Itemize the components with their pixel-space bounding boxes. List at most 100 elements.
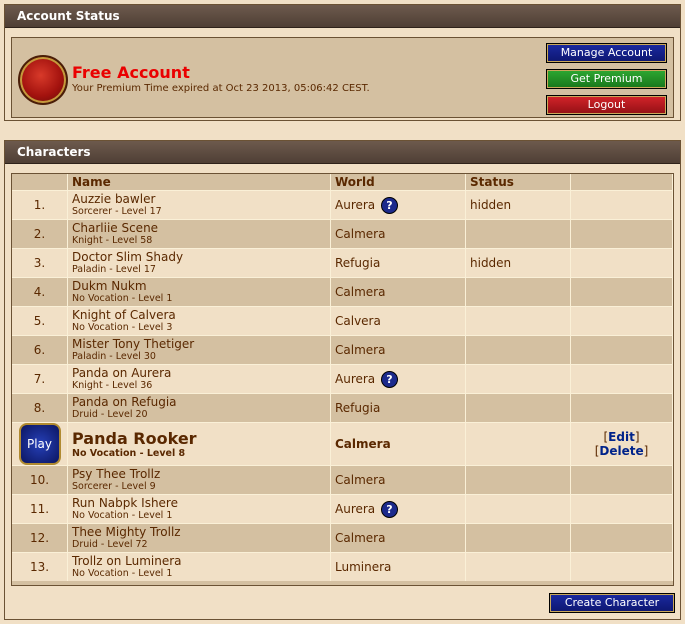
- character-name: Trollz on Luminera: [72, 554, 182, 568]
- character-row[interactable]: 4. Dukm Nukm No Vocation - Level 1 Calmera: [12, 277, 673, 307]
- character-world-cell: Calmera: [330, 219, 466, 249]
- character-number: 6.: [12, 335, 68, 365]
- character-row[interactable]: 10. Psy Thee Trollz Sorcerer - Level 9 Calm…: [12, 465, 673, 495]
- character-name: Knight of Calvera: [72, 308, 176, 322]
- characters-box: Characters Name World Status 1. Auzzie ba…: [4, 140, 681, 620]
- world-help-icon[interactable]: ?: [380, 196, 398, 214]
- character-name: Panda Rooker: [72, 428, 197, 448]
- characters-header: Characters: [5, 141, 680, 164]
- character-name: Auzzie bawler: [72, 192, 156, 206]
- character-vocation-level: Knight - Level 36: [72, 380, 153, 391]
- character-row[interactable]: 2. Charliie Scene Knight - Level 58 Calmera: [12, 219, 673, 249]
- edit-character-link[interactable]: Edit: [608, 430, 635, 444]
- character-world-cell: Aurera ?: [330, 494, 466, 524]
- character-world-cell: Luminera: [330, 552, 466, 581]
- character-number: 12.: [12, 523, 68, 553]
- character-name: Thee Mighty Trollz: [72, 525, 181, 539]
- character-world-cell: Refugia: [330, 248, 466, 278]
- character-number: 2.: [12, 219, 68, 249]
- character-name-cell: Trollz on Luminera No Vocation - Level 1: [67, 552, 331, 581]
- character-world-cell: Calmera: [330, 335, 466, 365]
- character-number: 13.: [12, 552, 68, 581]
- character-row-selected[interactable]: Play Panda Rooker No Vocation - Level 8 Cal…: [12, 422, 673, 466]
- premium-expiry-text: Your Premium Time expired at Oct 23 2013…: [72, 83, 370, 94]
- character-status: [465, 364, 571, 394]
- account-status-header: Account Status: [5, 5, 680, 28]
- character-row[interactable]: 7. Panda on Aurera Knight - Level 36 Aurera…: [12, 364, 673, 394]
- characters-table: Name World Status 1. Auzzie bawler Sorcere…: [12, 174, 673, 581]
- character-world-cell: Calmera: [330, 277, 466, 307]
- character-actions-cell: [570, 494, 673, 524]
- character-world: Calmera: [335, 437, 391, 451]
- character-actions-cell: [570, 364, 673, 394]
- character-vocation-level: No Vocation - Level 8: [72, 447, 186, 459]
- manage-account-button[interactable]: Manage Account: [546, 43, 667, 63]
- character-number: 8.: [12, 393, 68, 423]
- character-name-cell: Panda on Refugia Druid - Level 20: [67, 393, 331, 423]
- character-actions-cell: [570, 465, 673, 495]
- character-status: [465, 393, 571, 423]
- delete-character-link[interactable]: Delete: [599, 444, 643, 458]
- character-actions-cell: [570, 523, 673, 553]
- create-character-button[interactable]: Create Character: [549, 593, 675, 613]
- character-row[interactable]: 1. Auzzie bawler Sorcerer - Level 17 Aurera…: [12, 190, 673, 220]
- get-premium-button[interactable]: Get Premium: [546, 69, 667, 89]
- character-vocation-level: Paladin - Level 30: [72, 351, 156, 362]
- column-header-number: [12, 174, 68, 191]
- character-row[interactable]: 6. Mister Tony Thetiger Paladin - Level 30…: [12, 335, 673, 365]
- character-world: Refugia: [335, 256, 381, 270]
- character-number: 10.: [12, 465, 68, 495]
- character-name: Mister Tony Thetiger: [72, 337, 195, 351]
- character-vocation-level: Druid - Level 72: [72, 539, 148, 550]
- character-name: Dukm Nukm: [72, 279, 147, 293]
- character-world: Calmera: [335, 473, 386, 487]
- character-world: Calmera: [335, 343, 386, 357]
- character-vocation-level: No Vocation - Level 1: [72, 510, 173, 521]
- character-name: Run Nabpk Ishere: [72, 496, 178, 510]
- character-actions-cell: [570, 277, 673, 307]
- character-status: [465, 523, 571, 553]
- character-row[interactable]: 13. Trollz on Luminera No Vocation - Level…: [12, 552, 673, 581]
- character-vocation-level: No Vocation - Level 1: [72, 568, 173, 579]
- character-name: Charliie Scene: [72, 221, 159, 235]
- character-number: 3.: [12, 248, 68, 278]
- character-name-cell: Panda on Aurera Knight - Level 36: [67, 364, 331, 394]
- character-world: Aurera: [335, 371, 376, 386]
- character-world-cell: Aurera ?: [330, 190, 466, 220]
- character-number: 1.: [12, 190, 68, 220]
- column-header-actions: [570, 174, 673, 191]
- character-status: [465, 465, 571, 495]
- character-name-cell: Auzzie bawler Sorcerer - Level 17: [67, 190, 331, 220]
- character-row[interactable]: 5. Knight of Calvera No Vocation - Level 3…: [12, 306, 673, 336]
- character-name: Panda on Aurera: [72, 366, 172, 380]
- column-header-name: Name: [67, 174, 331, 191]
- character-status: hidden: [465, 248, 571, 278]
- world-help-icon[interactable]: ?: [380, 370, 398, 388]
- character-row[interactable]: 3. Doctor Slim Shady Paladin - Level 17 Ref…: [12, 248, 673, 278]
- character-name: Panda on Refugia: [72, 395, 177, 409]
- character-row[interactable]: 8. Panda on Refugia Druid - Level 20 Refugi…: [12, 393, 673, 423]
- character-number: 4.: [12, 277, 68, 307]
- characters-table-panel: Name World Status 1. Auzzie bawler Sorcere…: [11, 173, 674, 586]
- column-header-world: World: [330, 174, 466, 191]
- character-world: Refugia: [335, 401, 381, 415]
- character-vocation-level: Paladin - Level 17: [72, 264, 156, 275]
- logout-button[interactable]: Logout: [546, 95, 667, 115]
- world-help-icon[interactable]: ?: [380, 500, 398, 518]
- character-name: Doctor Slim Shady: [72, 250, 184, 264]
- account-status-panel: Free Account Your Premium Time expired a…: [11, 37, 674, 118]
- character-status: [465, 552, 571, 581]
- character-number: 11.: [12, 494, 68, 524]
- character-world-cell: Calmera: [330, 422, 466, 466]
- character-world: Calmera: [335, 285, 386, 299]
- character-name-cell: Thee Mighty Trollz Druid - Level 72: [67, 523, 331, 553]
- character-name-cell: Run Nabpk Ishere No Vocation - Level 1: [67, 494, 331, 524]
- play-button[interactable]: Play: [18, 423, 61, 465]
- character-vocation-level: Druid - Level 20: [72, 409, 148, 420]
- character-status: hidden: [465, 190, 571, 220]
- character-vocation-level: No Vocation - Level 1: [72, 293, 173, 304]
- character-row[interactable]: 12. Thee Mighty Trollz Druid - Level 72 Cal…: [12, 523, 673, 553]
- character-name-cell: Dukm Nukm No Vocation - Level 1: [67, 277, 331, 307]
- character-world-cell: Refugia: [330, 393, 466, 423]
- character-row[interactable]: 11. Run Nabpk Ishere No Vocation - Level 1…: [12, 494, 673, 524]
